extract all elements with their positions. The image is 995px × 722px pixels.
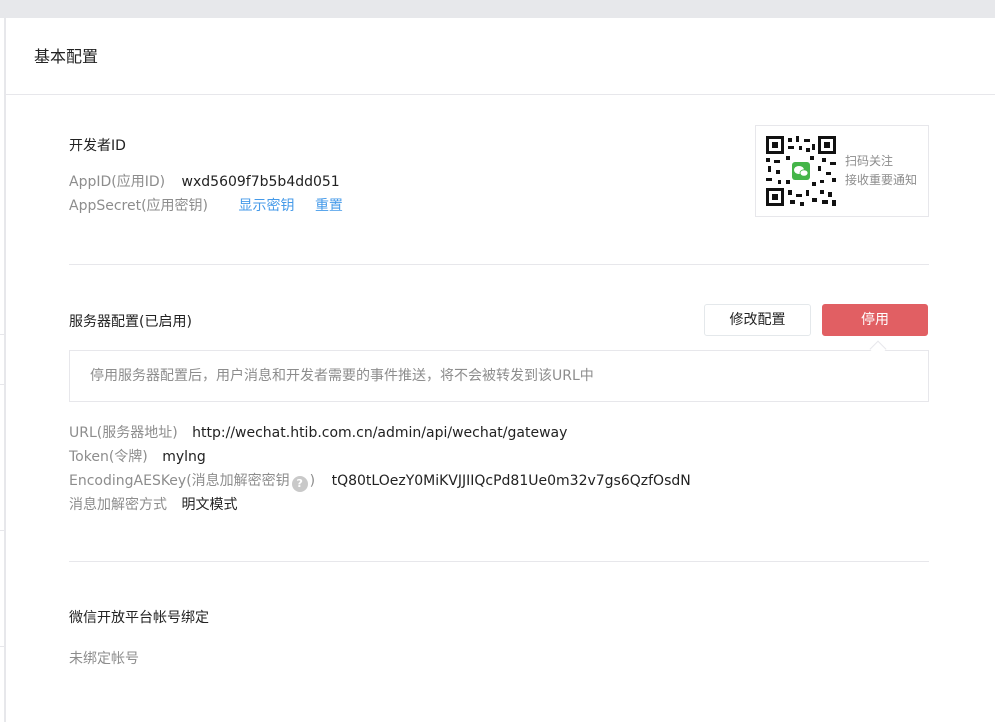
divider [0,334,4,335]
token-label: Token(令牌) [69,449,148,465]
encrypt-mode-value: 明文模式 [181,497,238,513]
encrypt-mode-row: 消息加解密方式 明文模式 [69,493,929,517]
divider [0,530,4,531]
modify-config-button[interactable]: 修改配置 [704,304,811,336]
aeskey-label: EncodingAESKey(消息加解密密钥 [69,473,290,489]
help-icon[interactable]: ? [291,476,308,492]
appsecret-label: AppSecret(应用密钥) [69,198,209,214]
reset-secret-link[interactable]: 重置 [315,198,343,214]
appid-value: wxd5609f7b5b4dd051 [181,174,340,190]
server-config-details: URL(服务器地址) http://wechat.htib.com.cn/adm… [69,421,929,517]
disable-tip-box: 停用服务器配置后，用户消息和开发者需要的事件推送，将不会被转发到该URL中 [69,350,929,402]
aeskey-row: EncodingAESKey(消息加解密密钥?) tQ80tLOezY0MiKV… [69,469,929,493]
show-secret-link[interactable]: 显示密钥 [238,198,294,214]
binding-title: 微信开放平台帐号绑定 [69,610,209,626]
appid-label: AppID(应用ID) [69,174,166,190]
encrypt-mode-label: 消息加解密方式 [69,497,167,513]
left-edge-strip [0,18,4,722]
aeskey-value: tQ80tLOezY0MiKVJJIIQcPd81Ue0m32v7gs6QzfO… [331,473,691,489]
binding-section: 微信开放平台帐号绑定 未绑定帐号 [69,607,929,671]
disable-server-button[interactable]: 停用 [822,304,928,336]
aeskey-label-end: ) [309,473,316,489]
divider [0,646,4,647]
token-value: mylng [162,449,206,465]
qrcode-box: 扫码关注 接收重要通知 [755,125,929,217]
qrcode-icon [766,136,836,206]
token-row: Token(令牌) mylng [69,445,929,469]
divider [69,264,929,265]
url-row: URL(服务器地址) http://wechat.htib.com.cn/adm… [69,421,929,445]
url-value: http://wechat.htib.com.cn/admin/api/wech… [192,425,568,441]
config-panel: 基本配置 开发者ID AppID(应用ID) wxd5609f7b5b4dd05… [5,18,995,722]
qrcode-caption-line2: 接收重要通知 [845,173,918,187]
qrcode-caption: 扫码关注 接收重要通知 [845,152,917,190]
divider [0,384,4,385]
binding-status: 未绑定帐号 [69,651,139,667]
divider [69,561,929,562]
page-title: 基本配置 [6,18,995,95]
qrcode-caption-line1: 扫码关注 [845,154,894,168]
url-label: URL(服务器地址) [69,425,178,441]
